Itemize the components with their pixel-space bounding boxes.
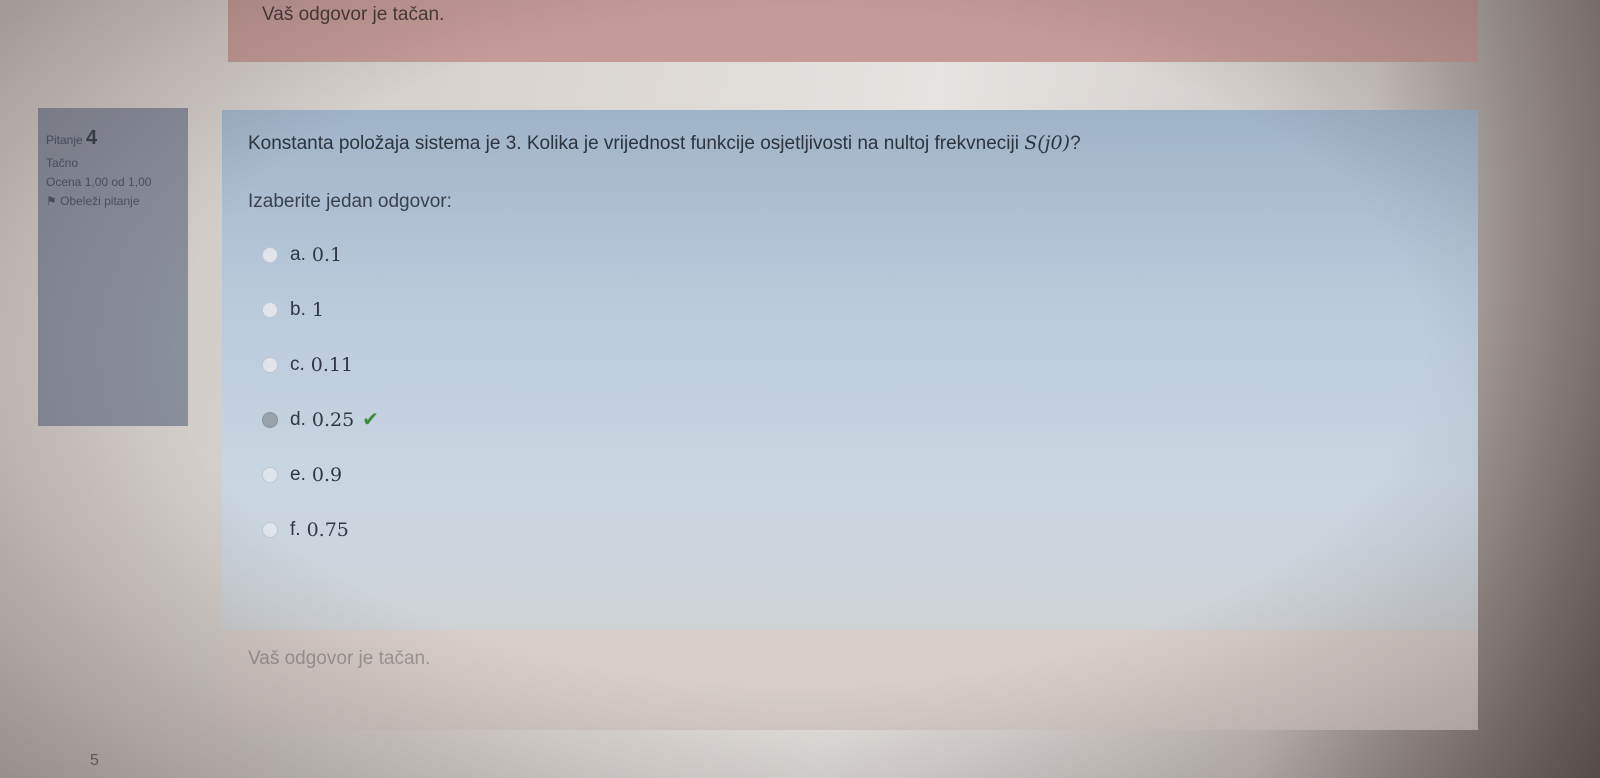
answer-list: a. 0.1 b. 1 c. 0.11 d. 0.25 ✔ e. 0.9 f. 0.75 [248,227,1452,557]
radio-button[interactable] [262,301,278,318]
radio-button-selected[interactable] [262,411,278,428]
radio-button[interactable] [262,521,278,538]
flag-question-link[interactable]: ⚑ Obeleži pitanje [46,192,180,211]
sensitivity-function-math: S(j0) [1024,132,1071,154]
radio-button[interactable] [262,356,278,373]
previous-feedback: Vaš odgovor je tačan. [228,0,1478,62]
answer-option-c[interactable]: c. 0.11 [248,337,1452,392]
answer-option-f[interactable]: f. 0.75 [248,502,1452,557]
check-icon: ✔ [362,409,379,431]
answer-feedback: Vaš odgovor je tačan. [222,630,1478,730]
answer-prompt: Izaberite jedan odgovor: [248,191,452,212]
flag-icon: ⚑ [46,194,57,209]
question-info: Pitanje 4 Tačno Ocena 1,00 od 1,00 ⚑ Obe… [38,108,188,426]
question-state: Tačno [46,156,79,170]
answer-option-e[interactable]: e. 0.9 [248,447,1452,502]
answer-option-b[interactable]: b. 1 [248,282,1452,337]
question-grade: Ocena 1,00 od 1,00 [46,175,152,190]
question-number: Pitanje 4 [46,127,98,149]
question-formulation: Konstanta položaja sistema je 3. Kolika … [222,110,1478,630]
next-question-number: 5 [90,752,99,769]
answer-option-d[interactable]: d. 0.25 ✔ [248,392,1452,447]
radio-button[interactable] [262,466,278,483]
question-text: Konstanta položaja sistema je 3. Kolika … [248,132,1081,154]
radio-button[interactable] [262,246,278,263]
answer-option-a[interactable]: a. 0.1 [248,227,1452,282]
